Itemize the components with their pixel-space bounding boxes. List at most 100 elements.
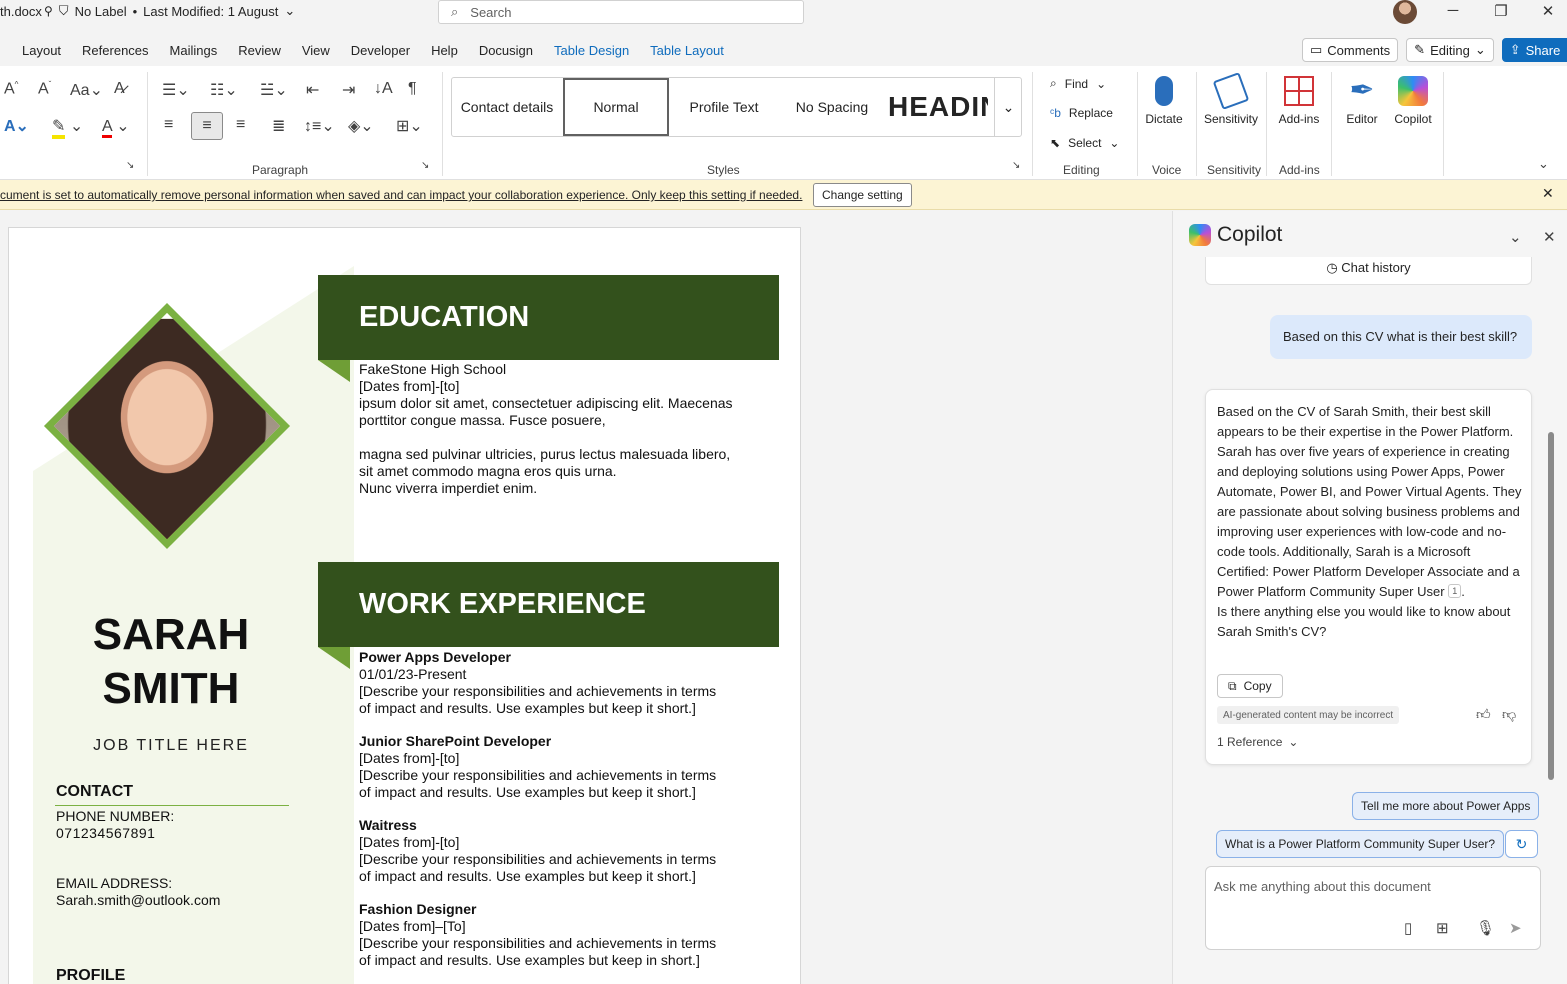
contact-heading: CONTACT [56, 783, 134, 800]
editing-mode-button[interactable]: ✎ Editing ⌄ [1406, 38, 1494, 62]
tab-developer[interactable]: Developer [351, 43, 410, 58]
highlight-icon[interactable]: ✎ ⌄ [52, 116, 83, 139]
shrink-font-icon[interactable]: Aˇ [38, 80, 51, 98]
suggestion-power-apps[interactable]: Tell me more about Power Apps [1352, 792, 1540, 820]
minimize-button[interactable]: ─ [1438, 2, 1468, 19]
job-title[interactable]: JOB TITLE HERE [33, 737, 309, 755]
tab-docusign[interactable]: Docusign [479, 43, 533, 58]
tab-table-layout[interactable]: Table Layout [650, 43, 724, 58]
candidate-name[interactable]: SARAH SMITH [33, 608, 309, 716]
phone-value[interactable]: 071234567891 [56, 825, 155, 842]
paragraph-dialog-launcher-icon[interactable]: ↘ [421, 160, 429, 171]
clear-formatting-icon[interactable]: A̷ [114, 80, 125, 98]
thumbs-up-icon[interactable]: 👍︎ [1476, 706, 1491, 723]
increase-indent-icon[interactable]: ⇥ [342, 80, 355, 100]
font-dialog-launcher-icon[interactable]: ↘ [126, 160, 134, 171]
reference-marker[interactable]: 1 [1448, 584, 1462, 598]
tab-mailings[interactable]: Mailings [170, 43, 218, 58]
prompts-icon[interactable]: ⊞ [1436, 919, 1449, 937]
show-marks-icon[interactable]: ¶ [408, 80, 417, 98]
sensitivity-button[interactable]: Sensitivity [1201, 72, 1261, 126]
sensitivity-label[interactable]: No Label [75, 4, 127, 19]
align-left-icon[interactable]: ≡ [164, 116, 173, 134]
style-contact-details[interactable]: Contact details [452, 78, 562, 136]
sort-icon[interactable]: ↓A [374, 80, 393, 98]
select-button[interactable]: ⬉ Select ⌄ [1050, 136, 1119, 150]
search-box[interactable]: ⌕ Search [438, 0, 804, 24]
voice-group-label: Voice [1152, 163, 1182, 177]
document-page[interactable]: SARAH SMITH JOB TITLE HERE CONTACT PHONE… [8, 227, 801, 984]
tab-help[interactable]: Help [431, 43, 458, 58]
tab-references[interactable]: References [82, 43, 148, 58]
chevron-down-icon[interactable]: ⌄ [1509, 228, 1522, 246]
close-icon[interactable]: ✕ [1543, 228, 1556, 246]
microphone-icon[interactable]: 🎙︎ [1476, 919, 1495, 937]
styles-more-button[interactable]: ⌄ [994, 78, 1022, 136]
tab-table-design[interactable]: Table Design [554, 43, 629, 58]
style-profile-text[interactable]: Profile Text [672, 78, 776, 136]
tab-layout[interactable]: Layout [22, 43, 61, 58]
find-button[interactable]: ⌕ Find ⌄ [1050, 76, 1106, 91]
close-icon[interactable]: ✕ [1542, 185, 1554, 202]
ai-response-card: Based on the CV of Sarah Smith, their be… [1205, 389, 1532, 765]
microphone-icon [1155, 76, 1173, 106]
references-toggle[interactable]: 1 Reference ⌄ [1217, 735, 1298, 749]
notebook-icon[interactable]: ▯ [1404, 919, 1412, 937]
document-info[interactable]: ⚲ ⛉ No Label • Last Modified: 1 August ⌄ [44, 3, 295, 19]
copilot-ribbon-button[interactable]: Copilot [1390, 76, 1436, 126]
work-section[interactable]: Power Apps Developer 01/01/23-Present [D… [359, 649, 769, 969]
grow-font-icon[interactable]: A^ [4, 80, 18, 98]
email-value[interactable]: Sarah.smith@outlook.com [56, 892, 220, 909]
chat-history-button[interactable]: ◷ Chat history [1205, 257, 1532, 285]
last-modified[interactable]: Last Modified: 1 August [143, 4, 278, 19]
editor-button[interactable]: ✒ Editor [1340, 76, 1384, 127]
job-entry-desc: of impact and results. Use examples but … [359, 952, 700, 968]
refresh-icon[interactable]: ↻ [1505, 830, 1538, 858]
name-last: SMITH [102, 664, 240, 713]
copilot-scrollbar[interactable] [1548, 432, 1554, 780]
font-color-icon[interactable]: A ⌄ [102, 116, 130, 138]
copilot-icon [1398, 76, 1428, 106]
style-normal[interactable]: Normal [563, 78, 669, 136]
suggestion-super-user[interactable]: What is a Power Platform Community Super… [1216, 830, 1505, 858]
replace-button[interactable]: ᶜb Replace [1050, 106, 1113, 120]
name-first: SARAH [92, 610, 250, 659]
restore-button[interactable]: ❐ [1486, 2, 1516, 20]
bullets-icon[interactable]: ☰⌄ [162, 80, 190, 100]
share-button[interactable]: ⇪ Share ⌄ [1501, 38, 1567, 62]
decrease-indent-icon[interactable]: ⇤ [306, 80, 319, 100]
info-message[interactable]: cument is set to automatically remove pe… [0, 188, 802, 202]
find-label: Find [1064, 76, 1089, 91]
comments-button[interactable]: ▭ Comments [1302, 38, 1399, 62]
ask-input[interactable]: Ask me anything about this document ▯ ⊞ … [1205, 866, 1541, 950]
send-icon[interactable]: ➤ [1509, 919, 1522, 937]
copy-button[interactable]: ⧉ Copy [1217, 674, 1283, 698]
tab-review[interactable]: Review [238, 43, 281, 58]
close-button[interactable]: ✕ [1533, 2, 1563, 20]
justify-icon[interactable]: ≣ [272, 116, 285, 136]
style-heading[interactable]: HEADIN [888, 78, 988, 136]
file-name[interactable]: th.docx [0, 4, 42, 19]
thumbs-down-icon[interactable]: 👎︎ [1502, 706, 1516, 723]
change-case-icon[interactable]: Aa⌄ [70, 80, 103, 100]
change-setting-button[interactable]: Change setting [813, 183, 912, 207]
collapse-ribbon-icon[interactable]: ⌄ [1538, 156, 1549, 172]
align-center-icon[interactable]: ≡ [191, 112, 223, 140]
education-section[interactable]: FakeStone High School [Dates from]-[to] … [359, 361, 769, 497]
line-spacing-icon[interactable]: ↕≡⌄ [304, 116, 335, 136]
info-bar: cument is set to automatically remove pe… [0, 180, 1567, 210]
sensitivity-group-label: Sensitivity [1207, 163, 1262, 177]
styles-dialog-launcher-icon[interactable]: ↘ [1012, 160, 1020, 171]
style-no-spacing[interactable]: No Spacing [780, 78, 884, 136]
comment-icon: ▭ [1310, 42, 1323, 57]
multilevel-list-icon[interactable]: ☱⌄ [260, 80, 288, 100]
borders-icon[interactable]: ⊞⌄ [396, 116, 423, 136]
addins-button[interactable]: Add-ins [1274, 76, 1324, 126]
shading-icon[interactable]: ◈⌄ [348, 116, 374, 136]
numbering-icon[interactable]: ☷⌄ [210, 80, 238, 100]
dictate-button[interactable]: Dictate [1143, 76, 1185, 126]
tab-view[interactable]: View [302, 43, 330, 58]
text-effects-icon[interactable]: A⌄ [4, 116, 29, 136]
align-right-icon[interactable]: ≡ [236, 116, 245, 134]
avatar[interactable] [1393, 0, 1417, 24]
